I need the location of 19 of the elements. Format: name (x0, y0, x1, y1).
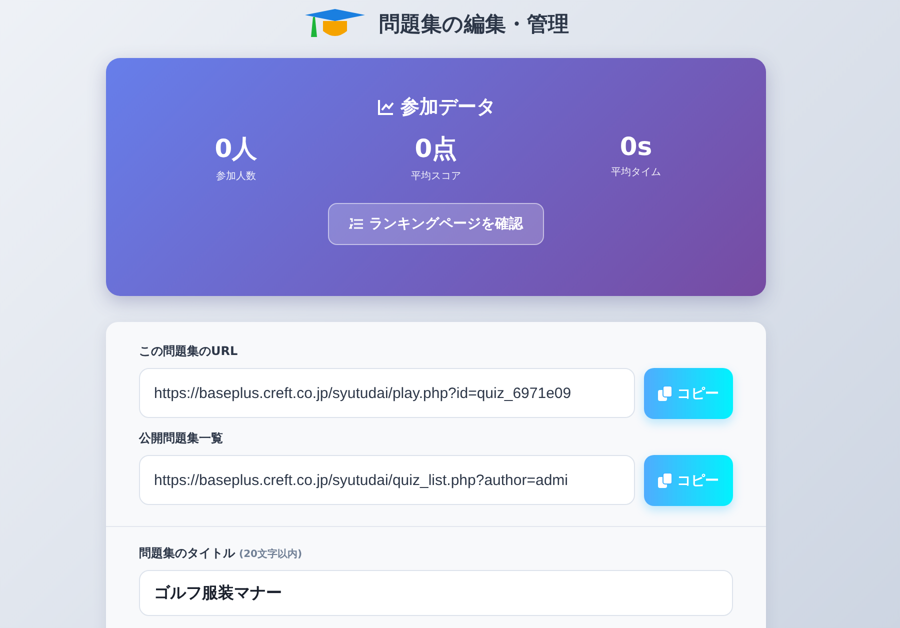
title-input[interactable]: ゴルフ服装マナー (139, 570, 733, 616)
stat-label: 平均スコア (411, 170, 461, 183)
stat-value: 0点 (414, 133, 458, 165)
stats-title: 参加データ (400, 95, 496, 120)
field-hint: (20文字以内) (239, 547, 302, 561)
stat-label: 平均タイム (611, 166, 661, 179)
stat-value: 0人 (214, 133, 258, 165)
field-label: 公開問題集一覧 (139, 431, 223, 445)
line-chart-icon (376, 98, 394, 116)
url-field[interactable]: https://baseplus.creft.co.jp/syutudai/quiz_list.php?author=admi (139, 455, 635, 505)
url-field[interactable]: https://baseplus.creft.co.jp/syutudai/play.php?id=quiz_6971e09 (139, 368, 635, 418)
field-label: この問題集のURL (139, 344, 238, 358)
numbered-list-icon (349, 218, 363, 230)
page-title: 問題集の編集・管理 (379, 11, 569, 38)
stat-label: 参加人数 (216, 170, 256, 183)
field-label: 問題集のタイトル (139, 545, 235, 562)
copy-icon (658, 473, 672, 488)
stat-value: 0s (620, 132, 652, 161)
copy-icon (658, 386, 672, 401)
